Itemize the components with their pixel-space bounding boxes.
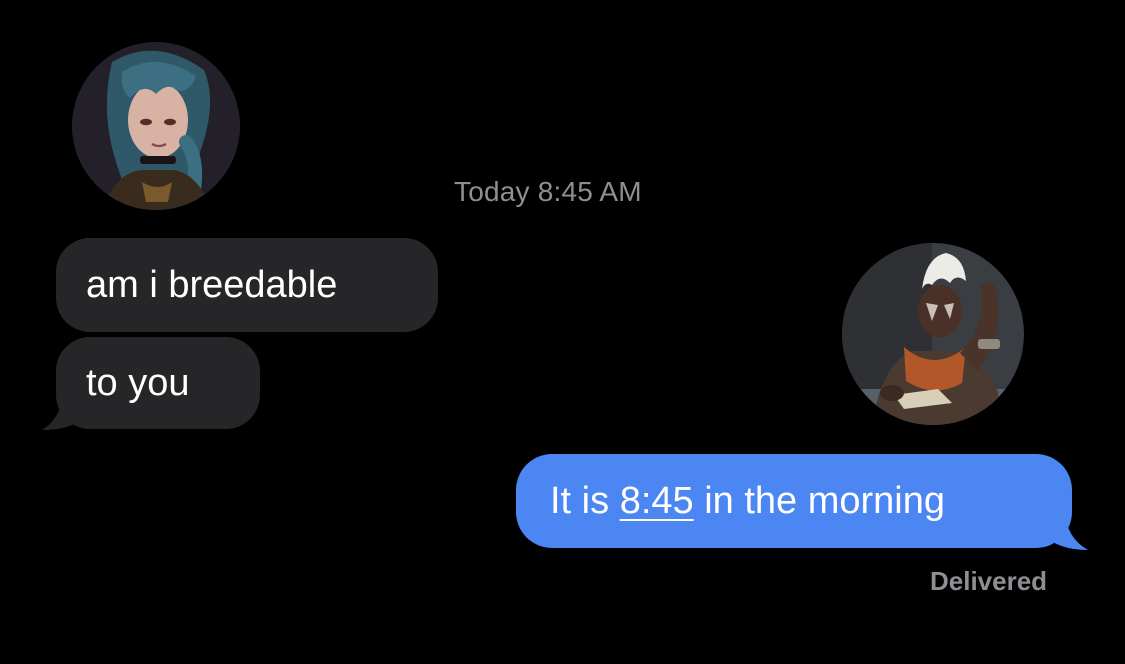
contact-avatar-illustration — [72, 42, 240, 210]
thread-timestamp: Today 8:45 AM — [454, 176, 714, 208]
incoming-message-bubble[interactable]: to you — [56, 337, 260, 429]
delivery-status: Delivered — [930, 566, 1048, 596]
incoming-message-text: to you — [86, 362, 190, 404]
timestamp-time: 8:45 AM — [537, 176, 642, 207]
sender-avatar-icon[interactable] — [842, 243, 1024, 425]
outgoing-message-bubble[interactable]: It is 8:45 in the morning — [516, 454, 1072, 548]
outgoing-text-before: It is — [550, 480, 610, 522]
incoming-message-bubble[interactable]: am i breedable — [56, 238, 438, 332]
timestamp-day: Today — [454, 176, 530, 207]
message-thread: Today 8:45 AM am i breedable to you It i… — [0, 0, 1125, 664]
incoming-message-text: am i breedable — [86, 264, 338, 306]
outgoing-bubble-tail-icon — [1042, 508, 1088, 550]
outgoing-message-text: It is 8:45 in the morning — [550, 482, 945, 520]
outgoing-text-after: in the morning — [704, 480, 946, 522]
incoming-bubble-tail-icon — [42, 388, 84, 430]
contact-avatar-icon[interactable] — [72, 42, 240, 210]
time-link[interactable]: 8:45 — [620, 480, 694, 522]
sender-avatar-illustration — [842, 243, 1024, 425]
